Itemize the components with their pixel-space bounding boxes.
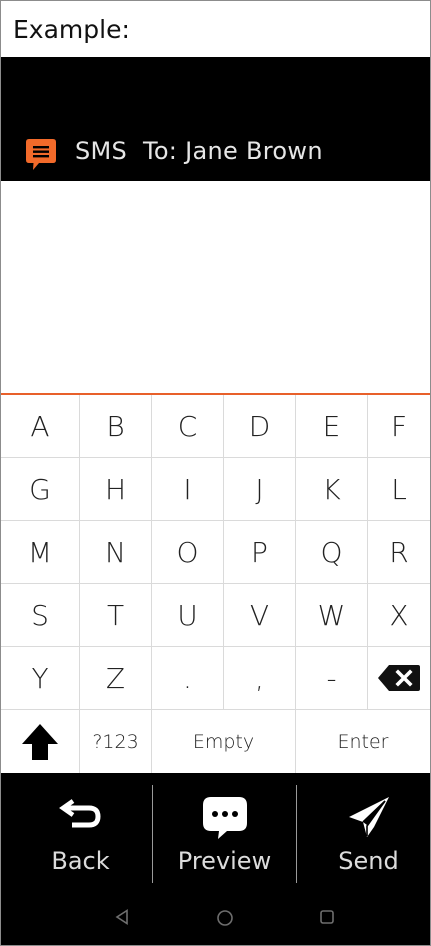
back-arrow-icon bbox=[58, 795, 103, 835]
key-q[interactable]: Q bbox=[296, 521, 368, 583]
key-p[interactable]: P bbox=[224, 521, 296, 583]
back-label: Back bbox=[51, 847, 110, 875]
key-g[interactable]: G bbox=[1, 458, 80, 520]
key-b[interactable]: B bbox=[80, 395, 152, 457]
backspace-key[interactable] bbox=[368, 647, 430, 709]
conversation-header: SMS To: Jane Brown bbox=[1, 57, 430, 181]
conversation-title: SMS To: Jane Brown bbox=[75, 137, 323, 165]
nav-home-circle-icon[interactable] bbox=[216, 909, 234, 931]
key-u[interactable]: U bbox=[152, 584, 224, 646]
recipient-label: To: Jane Brown bbox=[142, 137, 323, 165]
key-j[interactable]: J bbox=[224, 458, 296, 520]
keyboard-row-3: M N O P Q R bbox=[1, 521, 430, 584]
key-t[interactable]: T bbox=[80, 584, 152, 646]
keyboard-row-5: Y Z . , - bbox=[1, 647, 430, 710]
send-label: Send bbox=[338, 847, 399, 875]
backspace-icon bbox=[378, 665, 420, 691]
keyboard-row-4: S T U V W X bbox=[1, 584, 430, 647]
key-z[interactable]: Z bbox=[80, 647, 152, 709]
key-comma[interactable]: , bbox=[224, 647, 296, 709]
key-v[interactable]: V bbox=[224, 584, 296, 646]
key-r[interactable]: R bbox=[368, 521, 430, 583]
key-k[interactable]: K bbox=[296, 458, 368, 520]
symbols-key[interactable]: ?123 bbox=[80, 710, 152, 773]
nav-back-triangle-icon[interactable] bbox=[115, 909, 129, 929]
preview-label: Preview bbox=[177, 847, 272, 875]
key-i[interactable]: I bbox=[152, 458, 224, 520]
shift-arrow-icon bbox=[22, 723, 58, 760]
key-h[interactable]: H bbox=[80, 458, 152, 520]
key-l[interactable]: L bbox=[368, 458, 430, 520]
preview-button[interactable]: Preview bbox=[153, 773, 296, 891]
nav-recents-square-icon[interactable] bbox=[319, 909, 335, 929]
example-caption: Example: bbox=[1, 1, 430, 57]
back-button[interactable]: Back bbox=[9, 773, 152, 891]
send-paper-plane-icon bbox=[347, 795, 391, 843]
key-period[interactable]: . bbox=[152, 647, 224, 709]
key-s[interactable]: S bbox=[1, 584, 80, 646]
send-button[interactable]: Send bbox=[297, 773, 430, 891]
key-o[interactable]: O bbox=[152, 521, 224, 583]
key-e[interactable]: E bbox=[296, 395, 368, 457]
enter-key[interactable]: Enter bbox=[296, 710, 430, 773]
key-a[interactable]: A bbox=[1, 395, 80, 457]
action-bar: Back Preview Send bbox=[1, 773, 430, 891]
sms-chat-bubble-icon bbox=[25, 138, 57, 172]
screen-frame: Example: SMS To: Jane Brown A B C D E F … bbox=[0, 0, 431, 946]
key-x[interactable]: X bbox=[368, 584, 430, 646]
key-w[interactable]: W bbox=[296, 584, 368, 646]
keyboard-row-6: ?123 Empty Enter bbox=[1, 710, 430, 773]
key-d[interactable]: D bbox=[224, 395, 296, 457]
key-m[interactable]: M bbox=[1, 521, 80, 583]
channel-label: SMS bbox=[75, 137, 128, 165]
preview-speech-bubble-icon bbox=[201, 795, 249, 845]
keyboard-row-1: A B C D E F bbox=[1, 395, 430, 458]
empty-key[interactable]: Empty bbox=[152, 710, 296, 773]
key-n[interactable]: N bbox=[80, 521, 152, 583]
key-y[interactable]: Y bbox=[1, 647, 80, 709]
message-input[interactable] bbox=[1, 181, 430, 393]
keyboard-row-2: G H I J K L bbox=[1, 458, 430, 521]
system-navigation-bar bbox=[1, 891, 430, 945]
keyboard: A B C D E F G H I J K L M N O P Q R S T … bbox=[1, 395, 430, 773]
key-f[interactable]: F bbox=[368, 395, 430, 457]
key-hyphen[interactable]: - bbox=[296, 647, 368, 709]
key-c[interactable]: C bbox=[152, 395, 224, 457]
shift-key[interactable] bbox=[1, 710, 80, 773]
